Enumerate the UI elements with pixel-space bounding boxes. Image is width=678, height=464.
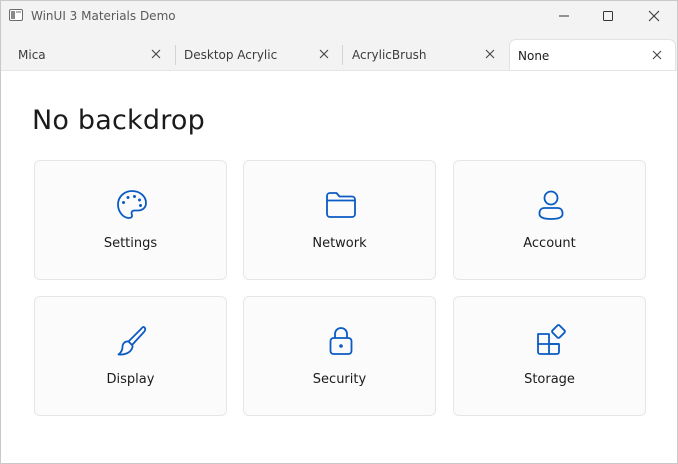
- palette-icon: [117, 190, 147, 219]
- card-label: Display: [106, 372, 155, 387]
- tab-close-icon[interactable]: [150, 48, 162, 60]
- brush-icon: [117, 326, 147, 356]
- person-icon: [538, 190, 564, 220]
- lock-icon: [329, 327, 353, 355]
- tab-mica[interactable]: Mica: [10, 39, 174, 71]
- apps-add-icon: [537, 324, 566, 355]
- minimize-icon: [559, 15, 569, 17]
- card-label: Account: [523, 236, 576, 251]
- card-label: Network: [312, 236, 367, 251]
- tab-label: None: [518, 49, 550, 63]
- maximize-button[interactable]: [585, 1, 631, 31]
- minimize-button[interactable]: [541, 1, 587, 31]
- card-label: Storage: [524, 372, 575, 387]
- content-area: No backdrop Settings Network Account Dis…: [1, 70, 677, 463]
- close-window-button[interactable]: [631, 1, 677, 31]
- tab-none[interactable]: None: [509, 39, 676, 71]
- card-display[interactable]: Display: [34, 296, 227, 416]
- title-bar[interactable]: WinUI 3 Materials Demo: [1, 1, 677, 31]
- card-label: Security: [312, 372, 367, 387]
- card-storage[interactable]: Storage: [453, 296, 646, 416]
- tab-close-icon[interactable]: [651, 49, 663, 61]
- card-account[interactable]: Account: [453, 160, 646, 280]
- tab-close-icon[interactable]: [484, 48, 496, 60]
- maximize-icon: [603, 11, 613, 21]
- tab-desktop-acrylic[interactable]: Desktop Acrylic: [176, 39, 342, 71]
- card-security[interactable]: Security: [243, 296, 436, 416]
- card-label: Settings: [103, 236, 158, 251]
- window-title: WinUI 3 Materials Demo: [31, 9, 176, 23]
- close-icon: [648, 10, 660, 22]
- folder-icon: [326, 192, 356, 218]
- tab-close-icon[interactable]: [318, 48, 330, 60]
- card-settings[interactable]: Settings: [34, 160, 227, 280]
- card-network[interactable]: Network: [243, 160, 436, 280]
- app-icon: [9, 9, 23, 21]
- page-title: No backdrop: [32, 105, 205, 136]
- tab-strip: Mica Desktop Acrylic AcrylicBrush None: [1, 37, 677, 71]
- app-window: WinUI 3 Materials Demo Mica Desktop Acry…: [0, 0, 678, 464]
- tab-label: AcrylicBrush: [352, 48, 427, 62]
- tab-separator: [342, 45, 343, 65]
- tab-label: Desktop Acrylic: [184, 48, 278, 62]
- tab-label: Mica: [18, 48, 46, 62]
- tab-acrylicbrush[interactable]: AcrylicBrush: [344, 39, 508, 71]
